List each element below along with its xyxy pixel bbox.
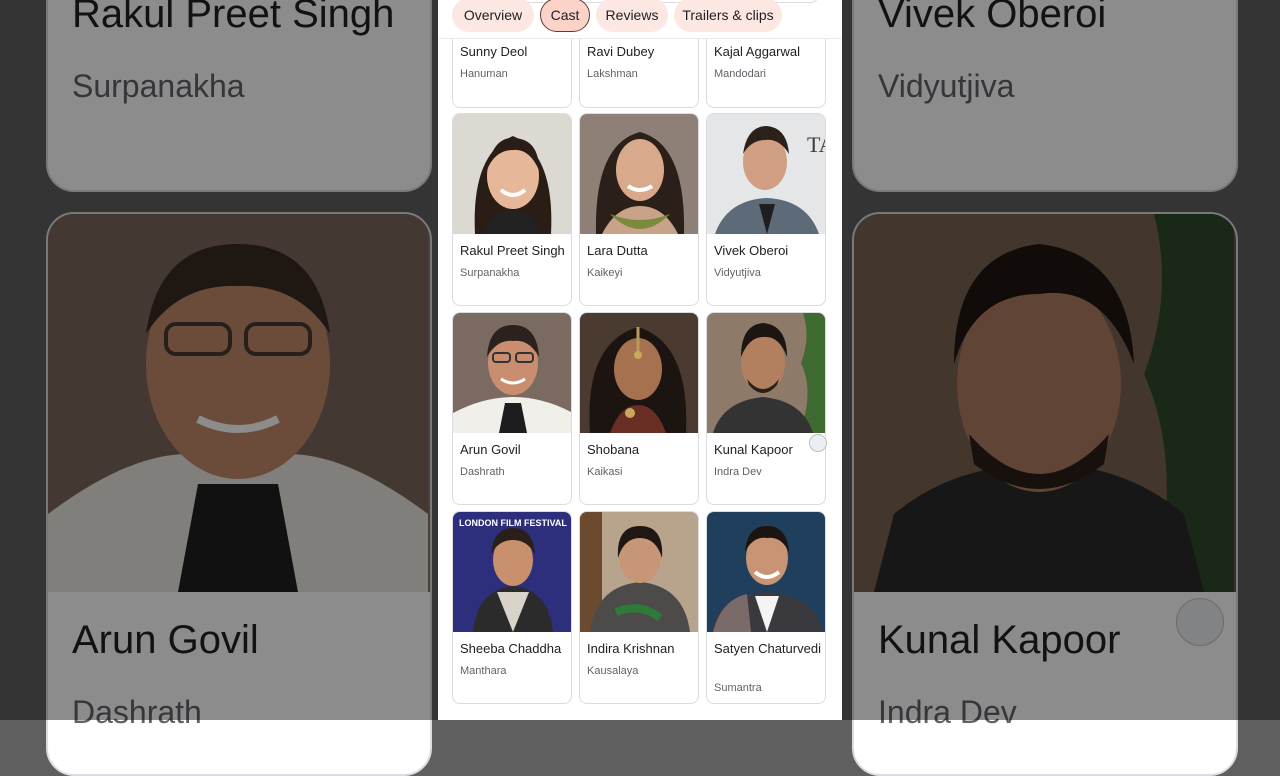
cast-photo: [707, 313, 825, 433]
cast-card[interactable]: LONDON FILM FESTIVAL Sheeba Chaddha Mant…: [452, 511, 572, 704]
tab-cast[interactable]: Cast: [540, 0, 590, 32]
cast-photo: LONDON FILM FESTIVAL: [453, 512, 571, 632]
background-dim-right: [842, 0, 1280, 720]
cast-card[interactable]: Lara Dutta Kaikeyi: [579, 113, 699, 306]
cast-role: Kausalaya: [587, 665, 639, 677]
cast-card[interactable]: TA Vivek Oberoi Vidyutjiva: [706, 113, 826, 306]
cast-card[interactable]: Arun Govil Dashrath: [452, 312, 572, 505]
tab-trailers-clips[interactable]: Trailers & clips: [674, 0, 782, 32]
cast-name: Kunal Kapoor: [714, 442, 793, 457]
background-dim-left: [0, 0, 438, 720]
poster-text: LONDON FILM FESTIVAL: [459, 518, 567, 528]
cast-role: Kaikeyi: [587, 267, 623, 279]
cast-photo: [580, 512, 698, 632]
cast-photo: [453, 114, 571, 234]
cast-role: Kaikasi: [587, 466, 623, 478]
cast-name: Indira Krishnan: [587, 641, 675, 656]
phone-screen: Sunny Deol Hanuman Ravi Dubey Lakshman K…: [438, 0, 842, 720]
cast-role: Hanuman: [460, 68, 508, 80]
cast-name: Shobana: [587, 442, 640, 457]
cast-role: Sumantra: [714, 682, 762, 694]
touch-indicator: [809, 434, 827, 452]
cast-name: Satyen Chaturvedi: [714, 641, 821, 656]
cast-role: Indra Dev: [714, 466, 762, 478]
cast-name: Sunny Deol: [460, 44, 528, 59]
cast-photo: [580, 313, 698, 433]
cast-name: Rakul Preet Singh: [460, 243, 565, 258]
cast-photo: TA: [707, 114, 826, 234]
cast-name: Sheeba Chaddha: [460, 641, 562, 656]
cast-card[interactable]: Rakul Preet Singh Surpanakha: [452, 113, 572, 306]
svg-text:TA: TA: [807, 132, 826, 157]
cast-photo: [707, 512, 825, 632]
cast-role: Surpanakha: [460, 267, 520, 279]
cast-role: Manthara: [460, 665, 507, 677]
cast-photo: [453, 313, 571, 433]
cast-role: Lakshman: [587, 68, 638, 80]
cast-role: Dashrath: [460, 466, 505, 478]
cast-photo: [580, 114, 698, 234]
cast-role: Vidyutjiva: [714, 267, 761, 279]
tab-reviews[interactable]: Reviews: [596, 0, 668, 32]
cast-name: Kajal Aggarwal: [714, 44, 800, 59]
cast-name: Ravi Dubey: [587, 44, 655, 59]
tab-overview[interactable]: Overview: [452, 0, 534, 32]
cast-card[interactable]: Shobana Kaikasi: [579, 312, 699, 505]
cast-name: Lara Dutta: [587, 243, 648, 258]
cast-card[interactable]: Kunal Kapoor Indra Dev: [706, 312, 826, 505]
cast-name: Vivek Oberoi: [714, 243, 789, 258]
tab-bar: Overview Cast Reviews Trailers & clips: [438, 0, 842, 39]
cast-card[interactable]: Indira Krishnan Kausalaya: [579, 511, 699, 704]
cast-role: Mandodari: [714, 68, 766, 80]
cast-card[interactable]: Satyen Chaturvedi Sumantra: [706, 511, 826, 704]
cast-name: Arun Govil: [460, 442, 521, 457]
